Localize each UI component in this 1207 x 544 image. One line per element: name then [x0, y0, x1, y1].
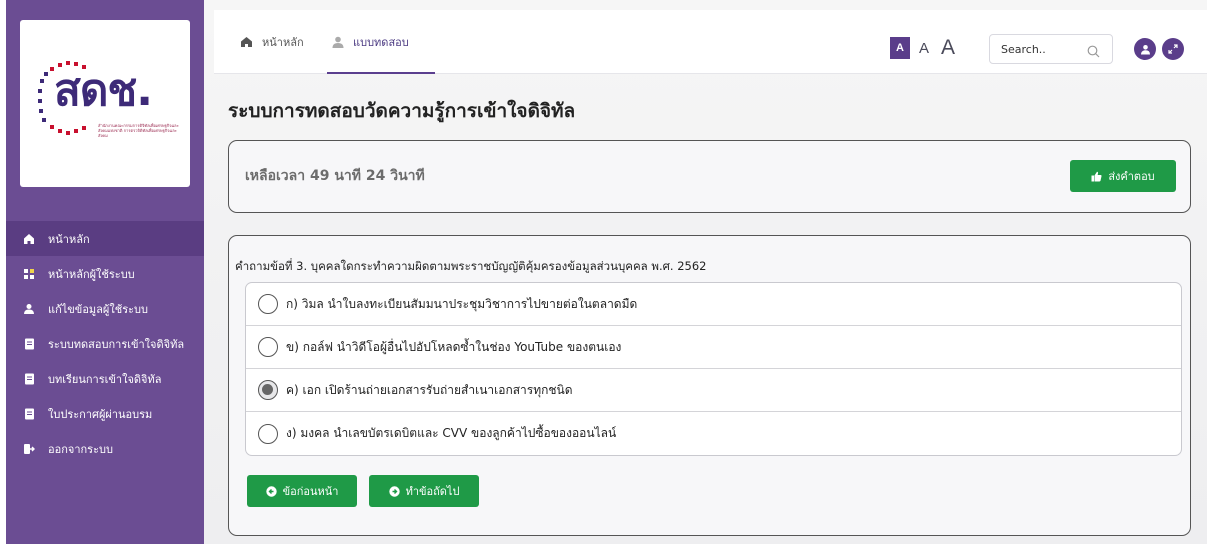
- top-bar: หน้าหลัก แบบทดสอบ A A A: [214, 10, 1207, 74]
- option-label: ข) กอล์ฟ นำวิดีโอผู้อื่นไปอัปโหลดซ้ำในช่…: [286, 339, 622, 354]
- question-text: คำถามข้อที่ 3. บุคคลใดกระทำความผิดตามพระ…: [235, 259, 707, 273]
- question-card: คำถามข้อที่ 3. บุคคลใดกระทำความผิดตามพระ…: [228, 235, 1191, 536]
- fullscreen-button[interactable]: [1162, 38, 1184, 60]
- radio-button[interactable]: [258, 337, 278, 357]
- previous-question-button[interactable]: ข้อก่อนหน้า: [247, 475, 357, 507]
- option-label: ง) มงคล นำเลขบัตรเดบิตและ CVV ของลูกค้าไ…: [286, 426, 617, 440]
- tab-label: แบบทดสอบ: [353, 36, 409, 49]
- logout-icon: [20, 442, 38, 456]
- font-size-small-button[interactable]: A: [890, 37, 910, 59]
- sidebar-item-digital-test[interactable]: ระบบทดสอบการเข้าใจดิจิทัล: [6, 326, 204, 361]
- grid-icon: [20, 267, 38, 281]
- logo[interactable]: สดช. สำนักงานคณะกรรมการดิจิทัลเพื่อเศรษฐ…: [20, 20, 190, 187]
- tab-label: หน้าหลัก: [262, 36, 304, 49]
- option-label: ค) เอก เปิดร้านถ่ายเอกสารรับถ่ายสำเนาเอก…: [286, 382, 573, 397]
- sidebar-item-label: ระบบทดสอบการเข้าใจดิจิทัล: [48, 337, 185, 351]
- answer-option-b[interactable]: ข) กอล์ฟ นำวิดีโอผู้อื่นไปอัปโหลดซ้ำในช่…: [246, 326, 1181, 369]
- home-icon: [20, 232, 38, 246]
- tab-quiz[interactable]: แบบทดสอบ: [332, 10, 409, 74]
- submit-label: ส่งคำตอบ: [1108, 170, 1155, 183]
- sidebar-item-label: หน้าหลัก: [48, 232, 90, 246]
- font-size-medium-button[interactable]: A: [914, 37, 934, 59]
- option-label: ก) วิมล นำใบลงทะเบียนสัมมนาประชุมวิชาการ…: [286, 296, 638, 311]
- sidebar-item-lessons[interactable]: บทเรียนการเข้าใจดิจิทัล: [6, 361, 204, 396]
- sidebar-item-label: บทเรียนการเข้าใจดิจิทัล: [48, 372, 162, 386]
- arrow-left-circle-icon: [265, 485, 277, 497]
- document-icon: [20, 372, 38, 386]
- active-tab-indicator: [327, 72, 435, 74]
- document-icon: [20, 407, 38, 421]
- sidebar-item-certificate[interactable]: ใบประกาศผู้ผ่านอบรม: [6, 396, 204, 431]
- sidebar-menu: หน้าหลัก หน้าหลักผู้ใช้ระบบ แก้ไขข้อมูลผ…: [6, 221, 204, 466]
- expand-icon: [1168, 44, 1178, 54]
- document-icon: [20, 337, 38, 351]
- user-icon: [332, 36, 344, 49]
- next-question-button[interactable]: ทำข้อถัดไป: [369, 475, 479, 507]
- sidebar-item-user-home[interactable]: หน้าหลักผู้ใช้ระบบ: [6, 256, 204, 291]
- answer-options: ก) วิมล นำใบลงทะเบียนสัมมนาประชุมวิชาการ…: [245, 282, 1182, 456]
- home-icon: [240, 36, 253, 48]
- thumbs-up-icon: [1091, 171, 1102, 182]
- sidebar-item-edit-profile[interactable]: แก้ไขข้อมูลผู้ใช้ระบบ: [6, 291, 204, 326]
- radio-button[interactable]: [258, 423, 278, 444]
- submit-answers-button[interactable]: ส่งคำตอบ: [1070, 160, 1176, 192]
- font-size-large-button[interactable]: A: [936, 34, 960, 62]
- tab-home[interactable]: หน้าหลัก: [240, 10, 304, 74]
- user-icon: [1140, 44, 1151, 55]
- answer-option-c[interactable]: ค) เอก เปิดร้านถ่ายเอกสารรับถ่ายสำเนาเอก…: [246, 369, 1181, 412]
- search-icon[interactable]: [1087, 43, 1100, 62]
- radio-button[interactable]: [258, 294, 278, 314]
- page-title: ระบบการทดสอบวัดความรู้การเข้าใจดิจิทัล: [228, 100, 576, 122]
- arrow-right-circle-icon: [388, 485, 400, 497]
- main-content: หน้าหลัก แบบทดสอบ A A A ร: [204, 0, 1207, 544]
- answer-option-a[interactable]: ก) วิมล นำใบลงทะเบียนสัมมนาประชุมวิชาการ…: [246, 283, 1181, 326]
- search-input[interactable]: [1001, 42, 1091, 56]
- timer-card: เหลือเวลา 49 นาที 24 วินาที ส่งคำตอบ: [228, 140, 1191, 213]
- previous-label: ข้อก่อนหน้า: [282, 485, 339, 498]
- search-box: [989, 34, 1113, 64]
- logo-subtitle: สำนักงานคณะกรรมการดิจิทัลเพื่อเศรษฐกิจแล…: [98, 122, 179, 138]
- logo-wordmark: สดช.: [54, 64, 153, 116]
- sidebar-item-label: หน้าหลักผู้ใช้ระบบ: [48, 267, 135, 281]
- next-label: ทำข้อถัดไป: [405, 485, 460, 498]
- sidebar-item-label: ใบประกาศผู้ผ่านอบรม: [48, 407, 153, 421]
- radio-button-selected[interactable]: [258, 380, 278, 400]
- user-menu-button[interactable]: [1134, 38, 1156, 60]
- logo-graphic: สดช. สำนักงานคณะกรรมการดิจิทัลเพื่อเศรษฐ…: [30, 59, 180, 149]
- user-icon: [20, 302, 38, 316]
- sidebar-item-logout[interactable]: ออกจากระบบ: [6, 431, 204, 466]
- sidebar: สดช. สำนักงานคณะกรรมการดิจิทัลเพื่อเศรษฐ…: [6, 0, 204, 544]
- sidebar-item-label: แก้ไขข้อมูลผู้ใช้ระบบ: [48, 302, 148, 316]
- sidebar-item-home[interactable]: หน้าหลัก: [6, 221, 204, 256]
- time-remaining: เหลือเวลา 49 นาที 24 วินาที: [245, 168, 425, 184]
- sidebar-item-label: ออกจากระบบ: [48, 442, 113, 456]
- answer-option-d[interactable]: ง) มงคล นำเลขบัตรเดบิตและ CVV ของลูกค้าไ…: [246, 412, 1181, 455]
